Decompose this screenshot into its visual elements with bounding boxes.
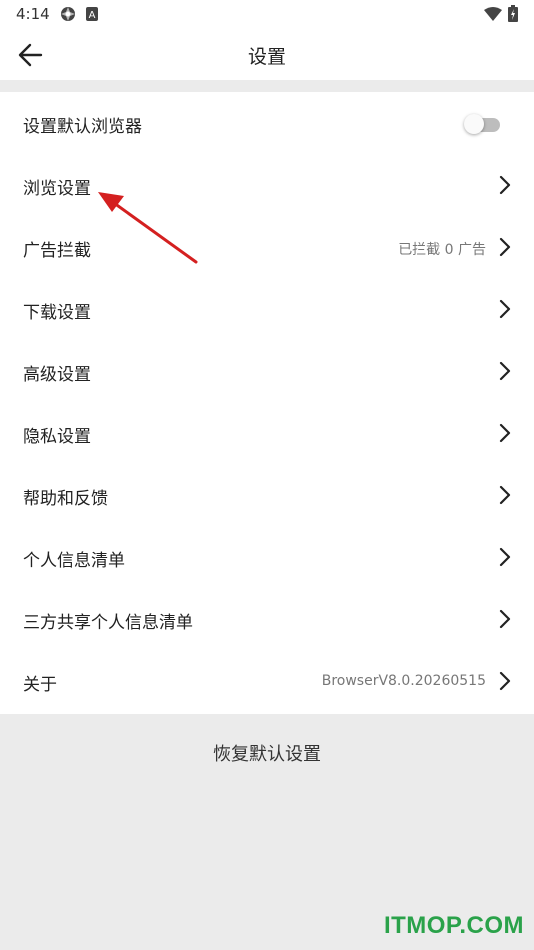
restore-defaults-button[interactable]: 恢复默认设置 [0,740,534,766]
page-title: 设置 [247,46,286,68]
third-party-sharing-row[interactable]: 三方共享个人信息清单 [0,588,534,650]
chevron-right-icon [499,671,511,691]
about-row[interactable]: 关于 BrowserV8.0.20260515 [0,650,534,712]
status-bar: 4:14 A [0,0,534,28]
chevron-right-icon [499,609,511,629]
a-badge-icon: A [86,6,98,25]
chevron-right-icon [499,175,511,195]
row-label: 广告拦截 [23,241,91,261]
ad-block-row[interactable]: 广告拦截 已拦截 0 广告 [0,216,534,278]
settings-list: 设置默认浏览器 浏览设置 广告拦截 已拦截 0 广告 下载设置 高级设置 隐私设… [0,92,534,714]
battery-charging-icon [508,5,518,26]
row-label: 高级设置 [23,365,91,385]
wifi-icon [484,6,502,25]
download-settings-row[interactable]: 下载设置 [0,278,534,340]
row-label: 隐私设置 [23,427,91,447]
settings-flower-icon [59,6,77,26]
row-label: 设置默认浏览器 [23,117,142,137]
personal-info-list-row[interactable]: 个人信息清单 [0,526,534,588]
row-label: 个人信息清单 [23,551,125,571]
default-browser-row[interactable]: 设置默认浏览器 [0,92,534,154]
toggle-knob [464,114,484,134]
default-browser-toggle[interactable] [464,114,500,134]
chevron-right-icon [499,547,511,567]
watermark: ITMOP.COM [383,912,524,939]
svg-text:A: A [89,10,96,21]
status-time: 4:14 [16,5,50,23]
privacy-settings-row[interactable]: 隐私设置 [0,402,534,464]
version-text: BrowserV8.0.20260515 [321,673,486,689]
chevron-right-icon [499,237,511,257]
row-label: 帮助和反馈 [23,489,108,509]
row-label: 浏览设置 [23,179,91,199]
browse-settings-row[interactable]: 浏览设置 [0,154,534,216]
ad-block-count: 已拦截 0 广告 [398,242,486,258]
chevron-right-icon [499,485,511,505]
chevron-right-icon [499,423,511,443]
row-label: 下载设置 [23,303,91,323]
row-label: 关于 [23,675,57,695]
advanced-settings-row[interactable]: 高级设置 [0,340,534,402]
divider [0,80,534,92]
help-feedback-row[interactable]: 帮助和反馈 [0,464,534,526]
chevron-right-icon [499,361,511,381]
row-label: 三方共享个人信息清单 [23,613,193,633]
app-bar: 设置 [0,28,534,80]
chevron-right-icon [499,299,511,319]
